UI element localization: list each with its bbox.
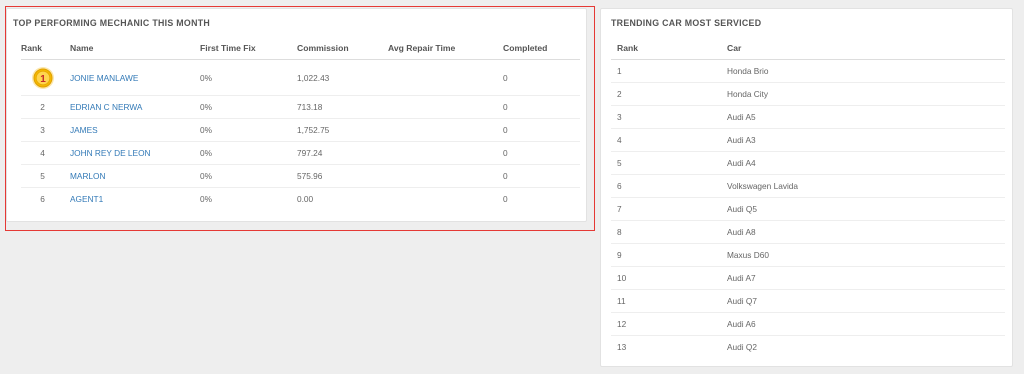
table-row: 2 EDRIAN C NERWA 0% 713.18 0 bbox=[21, 95, 580, 119]
rank-cell: 8 bbox=[611, 220, 721, 244]
car-table-header: Rank Car bbox=[611, 37, 1005, 60]
car-cell: Audi Q5 bbox=[721, 197, 1005, 221]
car-cell: Audi Q2 bbox=[721, 335, 1005, 358]
commission-cell: 797.24 bbox=[291, 141, 382, 165]
rank-cell: 4 bbox=[21, 141, 64, 165]
column-header-completed: Completed bbox=[497, 37, 580, 60]
table-row: 10 Audi A7 bbox=[611, 266, 1005, 290]
table-row: 12 Audi A6 bbox=[611, 312, 1005, 336]
completed-cell: 0 bbox=[497, 141, 580, 165]
completed-cell: 0 bbox=[497, 118, 580, 142]
commission-cell: 575.96 bbox=[291, 164, 382, 188]
table-row: 5 MARLON 0% 575.96 0 bbox=[21, 164, 580, 188]
table-row: 11 Audi Q7 bbox=[611, 289, 1005, 313]
rank-cell: 5 bbox=[21, 164, 64, 188]
mechanic-name-link[interactable]: AGENT1 bbox=[70, 194, 103, 204]
avg-repair-time-cell bbox=[382, 187, 497, 210]
rank-cell: 9 bbox=[611, 243, 721, 267]
mechanic-panel: TOP PERFORMING MECHANIC THIS MONTH Rank … bbox=[6, 8, 587, 222]
rank-cell: 4 bbox=[611, 128, 721, 152]
table-row: 3 Audi A5 bbox=[611, 105, 1005, 129]
mechanic-name-link[interactable]: JAMES bbox=[70, 125, 98, 135]
completed-cell: 0 bbox=[497, 187, 580, 210]
column-header-rank: Rank bbox=[611, 37, 721, 60]
car-cell: Honda City bbox=[721, 82, 1005, 106]
car-cell: Honda Brio bbox=[727, 66, 769, 76]
rank-cell: 13 bbox=[611, 335, 721, 358]
rank-cell: 2 bbox=[21, 95, 64, 119]
table-row: 1 Honda Brio bbox=[611, 60, 1005, 83]
rank-cell: 6 bbox=[611, 174, 721, 198]
mechanic-name-link[interactable]: EDRIAN C NERWA bbox=[70, 102, 142, 112]
rank-cell: 7 bbox=[611, 197, 721, 221]
rank-cell: 11 bbox=[611, 289, 721, 313]
rank-cell: 3 bbox=[21, 118, 64, 142]
completed-cell: 0 bbox=[497, 95, 580, 119]
car-cell: Audi A7 bbox=[721, 266, 1005, 290]
mechanic-name-link[interactable]: MARLON bbox=[70, 171, 106, 181]
car-cell: Audi A6 bbox=[721, 312, 1005, 336]
commission-cell: 0.00 bbox=[291, 187, 382, 210]
table-row: 9 Maxus D60 bbox=[611, 243, 1005, 267]
column-header-avg-repair-time: Avg Repair Time bbox=[382, 37, 497, 60]
completed-cell: 0 bbox=[503, 72, 508, 83]
first-time-fix-cell: 0% bbox=[194, 118, 291, 142]
car-cell: Maxus D60 bbox=[721, 243, 1005, 267]
mechanic-table-header: Rank Name First Time Fix Commission Avg … bbox=[21, 37, 580, 60]
first-time-fix-cell: 0% bbox=[194, 187, 291, 210]
avg-repair-time-cell bbox=[382, 164, 497, 188]
rank-cell: 2 bbox=[611, 82, 721, 106]
car-cell: Volkswagen Lavida bbox=[721, 174, 1005, 198]
column-header-rank: Rank bbox=[21, 37, 64, 60]
mechanic-name-link[interactable]: JONIE MANLAWE bbox=[70, 73, 138, 83]
gold-medal-icon: 1 bbox=[31, 66, 55, 90]
rank-cell: 1 bbox=[617, 66, 622, 76]
car-panel-title: TRENDING CAR MOST SERVICED bbox=[611, 18, 762, 28]
table-row: 1 JONIE MANLAWE 0% 1,022.43 0 bbox=[21, 60, 580, 96]
table-row: 6 Volkswagen Lavida bbox=[611, 174, 1005, 198]
rank-cell: 3 bbox=[611, 105, 721, 129]
avg-repair-time-cell bbox=[382, 141, 497, 165]
table-row: 2 Honda City bbox=[611, 82, 1005, 106]
table-row: 13 Audi Q2 bbox=[611, 335, 1005, 358]
table-row: 4 Audi A3 bbox=[611, 128, 1005, 152]
avg-repair-time-cell bbox=[382, 60, 497, 96]
rank-cell: 12 bbox=[611, 312, 721, 336]
table-row: 7 Audi Q5 bbox=[611, 197, 1005, 221]
commission-cell: 1,752.75 bbox=[291, 118, 382, 142]
first-time-fix-cell: 0% bbox=[200, 72, 212, 83]
mechanic-table: Rank Name First Time Fix Commission Avg … bbox=[21, 37, 580, 210]
column-header-commission: Commission bbox=[291, 37, 382, 60]
mechanic-panel-title: TOP PERFORMING MECHANIC THIS MONTH bbox=[13, 18, 211, 28]
commission-cell: 1,022.43 bbox=[297, 72, 330, 83]
column-header-first-time-fix: First Time Fix bbox=[194, 37, 291, 60]
avg-repair-time-cell bbox=[382, 95, 497, 119]
column-header-car: Car bbox=[721, 37, 1005, 60]
first-time-fix-cell: 0% bbox=[194, 141, 291, 165]
commission-cell: 713.18 bbox=[291, 95, 382, 119]
column-header-name: Name bbox=[64, 37, 194, 60]
table-row: 6 AGENT1 0% 0.00 0 bbox=[21, 187, 580, 210]
car-cell: Audi A5 bbox=[721, 105, 1005, 129]
mechanic-name-link[interactable]: JOHN REY DE LEON bbox=[70, 148, 151, 158]
first-time-fix-cell: 0% bbox=[194, 164, 291, 188]
rank-cell: 5 bbox=[611, 151, 721, 175]
completed-cell: 0 bbox=[497, 164, 580, 188]
table-row: 4 JOHN REY DE LEON 0% 797.24 0 bbox=[21, 141, 580, 165]
first-time-fix-cell: 0% bbox=[194, 95, 291, 119]
table-row: 8 Audi A8 bbox=[611, 220, 1005, 244]
table-row: 3 JAMES 0% 1,752.75 0 bbox=[21, 118, 580, 142]
car-cell: Audi A3 bbox=[721, 128, 1005, 152]
avg-repair-time-cell bbox=[382, 118, 497, 142]
car-table: Rank Car 1 Honda Brio 2 Honda City 3 Audi A… bbox=[611, 37, 1005, 358]
car-cell: Audi Q7 bbox=[721, 289, 1005, 313]
car-panel: TRENDING CAR MOST SERVICED Rank Car 1 Hon… bbox=[600, 8, 1013, 367]
medal-rank-number: 1 bbox=[40, 74, 46, 85]
table-row: 5 Audi A4 bbox=[611, 151, 1005, 175]
car-cell: Audi A8 bbox=[721, 220, 1005, 244]
rank-cell: 6 bbox=[21, 187, 64, 210]
rank-cell: 10 bbox=[611, 266, 721, 290]
car-cell: Audi A4 bbox=[721, 151, 1005, 175]
